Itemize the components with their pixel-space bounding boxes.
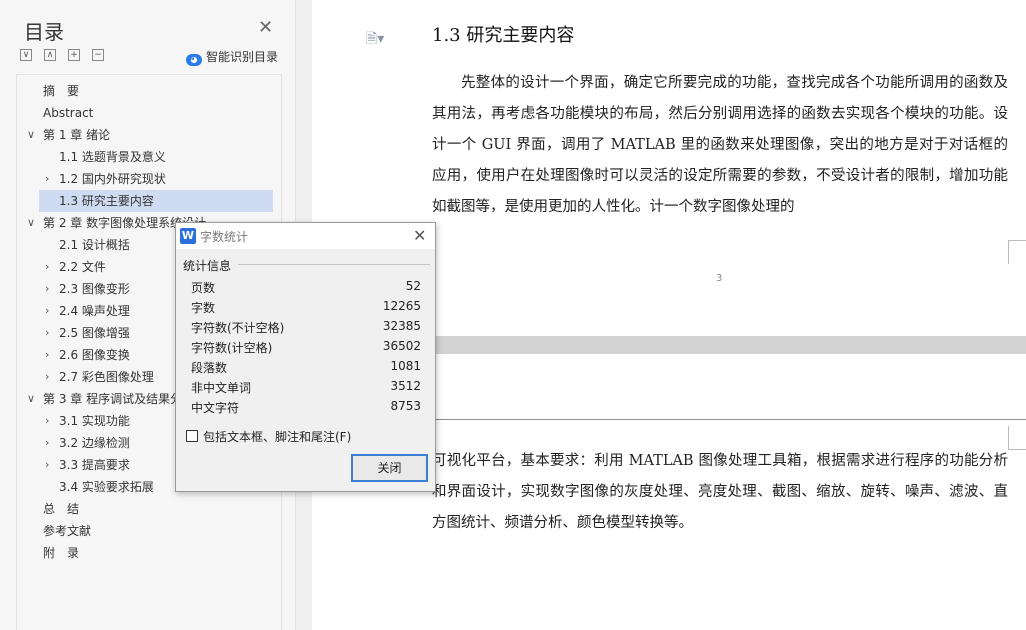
stat-label: 段落数 — [191, 361, 228, 375]
dialog-titlebar[interactable]: W 字数统计 ✕ — [176, 223, 435, 249]
toc-item-label: 2.7 彩色图像处理 — [59, 370, 154, 384]
stat-label: 字符数(不计空格) — [191, 321, 285, 335]
toc-item[interactable]: 附 录 — [17, 542, 279, 564]
stat-row: 页数 52 — [191, 277, 421, 297]
stat-row: 中文字符 8753 — [191, 397, 421, 417]
chevron-right-icon[interactable]: › — [45, 278, 49, 300]
ai-icon: ◕ — [186, 54, 202, 66]
page-corner-mark — [1008, 240, 1026, 264]
toc-item-label: 第 3 章 程序调试及结果分析 — [43, 392, 195, 406]
toc-item[interactable]: 1.3 研究主要内容 — [39, 190, 273, 212]
toc-item-label: 第 1 章 绪论 — [43, 128, 111, 142]
stat-row: 非中文单词 3512 — [191, 377, 421, 397]
close-icon[interactable]: ✕ — [258, 18, 273, 38]
document-menu-icon[interactable]: 🗎▾ — [366, 28, 384, 52]
page-number: 3 — [716, 273, 723, 284]
close-icon[interactable]: ✕ — [413, 226, 426, 245]
stat-label: 字数 — [191, 301, 216, 315]
group-divider — [238, 264, 430, 265]
toc-item[interactable]: 参考文献 — [17, 520, 279, 542]
body-paragraph: 先整体的设计一个界面，确定它所要完成的功能，查找完成各个功能所调用的函数及其用法… — [432, 75, 1008, 215]
stat-label: 中文字符 — [191, 401, 240, 415]
remove-heading-icon[interactable]: − — [92, 49, 104, 61]
toc-item-label: 摘 要 — [43, 84, 80, 98]
toc-item[interactable]: ∨ 第 1 章 绪论 — [17, 124, 279, 146]
statistics-group-label: 统计信息 — [183, 259, 232, 273]
include-textbox-label[interactable]: 包括文本框、脚注和尾注(F) — [203, 428, 351, 445]
chevron-right-icon[interactable]: › — [45, 256, 49, 278]
toc-item[interactable]: 总 结 — [17, 498, 279, 520]
chevron-down-icon[interactable]: ∨ — [27, 388, 35, 410]
toc-item-label: 2.3 图像变形 — [59, 282, 130, 296]
toc-item-label: 2.5 图像增强 — [59, 326, 130, 340]
word-count-dialog: W 字数统计 ✕ 统计信息 页数 52 字数 12265 字符数(不计空格) 32385 字… — [175, 222, 436, 492]
body-paragraph: 可视化平台，基本要求：利用 MATLAB 图像处理工具箱，根据需求进行程序的功能… — [432, 453, 1008, 531]
toc-item[interactable]: 摘 要 — [17, 80, 279, 102]
stat-row: 字符数(计空格) 36502 — [191, 337, 421, 357]
toc-item-label: 3.1 实现功能 — [59, 414, 130, 428]
dialog-title: 字数统计 — [200, 230, 249, 244]
stat-label: 页数 — [191, 281, 216, 295]
toc-item-label: Abstract — [43, 106, 94, 120]
smart-toc-label: 智能识别目录 — [206, 50, 279, 64]
stat-value: 12265 — [382, 299, 421, 313]
stat-value: 32385 — [382, 319, 421, 333]
toc-item[interactable]: 1.1 选题背景及意义 — [17, 146, 279, 168]
stat-value: 3512 — [390, 379, 421, 393]
stat-value: 52 — [405, 279, 421, 293]
chevron-right-icon[interactable]: › — [45, 432, 49, 454]
toc-item-label: 总 结 — [43, 502, 80, 516]
chevron-right-icon[interactable]: › — [45, 344, 49, 366]
stat-row: 字符数(不计空格) 32385 — [191, 317, 421, 337]
stat-label: 字符数(计空格) — [191, 341, 273, 355]
toc-item-label: 3.4 实验要求拓展 — [59, 480, 154, 494]
chevron-right-icon[interactable]: › — [45, 410, 49, 432]
wps-logo-icon: W — [180, 228, 196, 244]
expand-up-icon[interactable]: ∧ — [44, 49, 56, 61]
toc-title: 目录 — [24, 20, 64, 44]
smart-toc-button[interactable]: ◕ 智能识别目录 — [186, 48, 278, 66]
toc-item[interactable]: › 1.2 国内外研究现状 — [17, 168, 279, 190]
close-button[interactable]: 关闭 — [351, 454, 428, 482]
stat-row: 字数 12265 — [191, 297, 421, 317]
toc-item-label: 2.4 噪声处理 — [59, 304, 130, 318]
page-header-rule — [432, 419, 1026, 420]
toc-item-label: 2.6 图像变换 — [59, 348, 130, 362]
toc-item-label: 参考文献 — [43, 524, 92, 538]
toc-item-label: 2.1 设计概括 — [59, 238, 130, 252]
toc-item-label: 3.2 边缘检测 — [59, 436, 130, 450]
toc-item-label: 1.3 研究主要内容 — [59, 194, 154, 208]
chevron-down-icon[interactable]: ∨ — [27, 212, 35, 234]
toc-item[interactable]: Abstract — [17, 102, 279, 124]
toc-item-label: 2.2 文件 — [59, 260, 106, 274]
section-heading: 1.3 研究主要内容 — [432, 25, 575, 46]
chevron-right-icon[interactable]: › — [45, 322, 49, 344]
chevron-right-icon[interactable]: › — [45, 168, 49, 190]
page-corner-mark — [1008, 426, 1026, 450]
chevron-right-icon[interactable]: › — [45, 300, 49, 322]
stat-value: 8753 — [390, 399, 421, 413]
chevron-right-icon[interactable]: › — [45, 454, 49, 476]
toc-item-label: 1.2 国内外研究现状 — [59, 172, 166, 186]
stat-label: 非中文单词 — [191, 381, 252, 395]
include-textbox-checkbox[interactable] — [186, 430, 198, 442]
stat-value: 1081 — [390, 359, 421, 373]
toc-item-label: 1.1 选题背景及意义 — [59, 150, 166, 164]
collapse-all-icon[interactable]: ∨ — [20, 49, 32, 61]
stat-row: 段落数 1081 — [191, 357, 421, 377]
add-heading-icon[interactable]: + — [68, 49, 80, 61]
chevron-down-icon[interactable]: ∨ — [27, 124, 35, 146]
toc-item-label: 附 录 — [43, 546, 80, 560]
chevron-right-icon[interactable]: › — [45, 366, 49, 388]
stat-value: 36502 — [382, 339, 421, 353]
toc-item-label: 3.3 提高要求 — [59, 458, 130, 472]
